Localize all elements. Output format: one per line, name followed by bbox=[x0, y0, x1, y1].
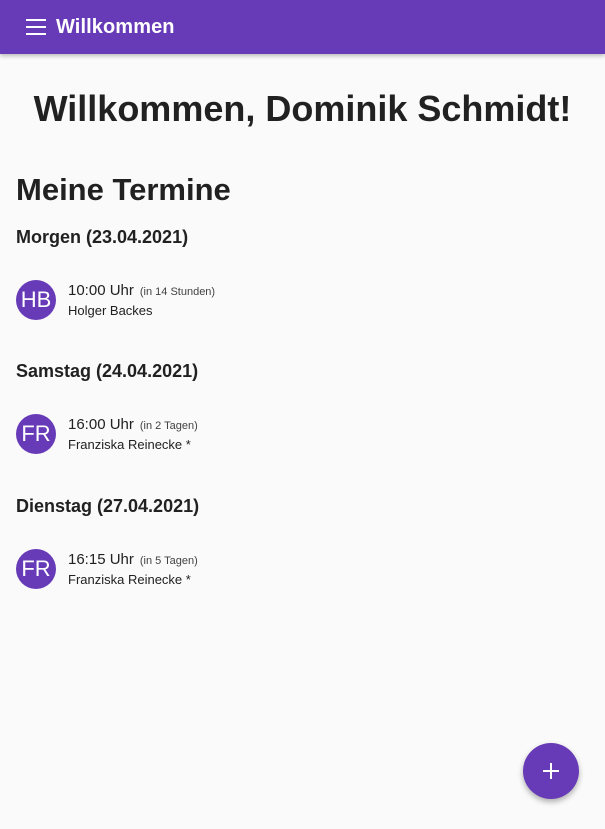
day-heading-morgen: Morgen (23.04.2021) bbox=[16, 227, 189, 247]
menu-icon[interactable] bbox=[26, 19, 46, 35]
avatar: FR bbox=[16, 414, 56, 454]
appointment-details: 16:15 Uhr (in 5 Tagen) Franziska Reinecke… bbox=[68, 550, 198, 589]
appointment-item[interactable]: FR 16:15 Uhr (in 5 Tagen) Franziska Reine… bbox=[16, 549, 198, 589]
appointment-relative-time: (in 2 Tagen) bbox=[139, 419, 198, 432]
avatar: HB bbox=[16, 280, 56, 320]
appointment-time: 10:00 Uhr bbox=[68, 281, 134, 299]
appointment-person: Franziska Reinecke * bbox=[68, 571, 191, 587]
welcome-heading: Willkommen, Dominik Schmidt! bbox=[33, 88, 572, 129]
add-appointment-button[interactable] bbox=[523, 743, 579, 799]
app-bar: Willkommen bbox=[0, 0, 605, 54]
section-title: Meine Termine bbox=[16, 172, 231, 207]
appointment-item[interactable]: FR 16:00 Uhr (in 2 Tagen) Franziska Reine… bbox=[16, 414, 198, 454]
appointment-relative-time: (in 5 Tagen) bbox=[139, 554, 198, 567]
appointment-details: 10:00 Uhr (in 14 Stunden) Holger Backes bbox=[68, 281, 215, 320]
plus-icon bbox=[543, 763, 559, 779]
day-heading-samstag: Samstag (24.04.2021) bbox=[16, 361, 199, 381]
appointment-person: Holger Backes bbox=[68, 302, 153, 318]
appointment-details: 16:00 Uhr (in 2 Tagen) Franziska Reinecke… bbox=[68, 415, 198, 454]
app-bar-title: Willkommen bbox=[56, 15, 175, 38]
day-heading-dienstag: Dienstag (27.04.2021) bbox=[16, 496, 200, 516]
appointment-person: Franziska Reinecke * bbox=[68, 436, 191, 452]
appointment-time: 16:15 Uhr bbox=[68, 550, 134, 568]
appointment-relative-time: (in 14 Stunden) bbox=[139, 285, 216, 298]
appointment-item[interactable]: HB 10:00 Uhr (in 14 Stunden) Holger Backe… bbox=[16, 280, 215, 320]
avatar: FR bbox=[16, 549, 56, 589]
appointment-time: 16:00 Uhr bbox=[68, 415, 134, 433]
